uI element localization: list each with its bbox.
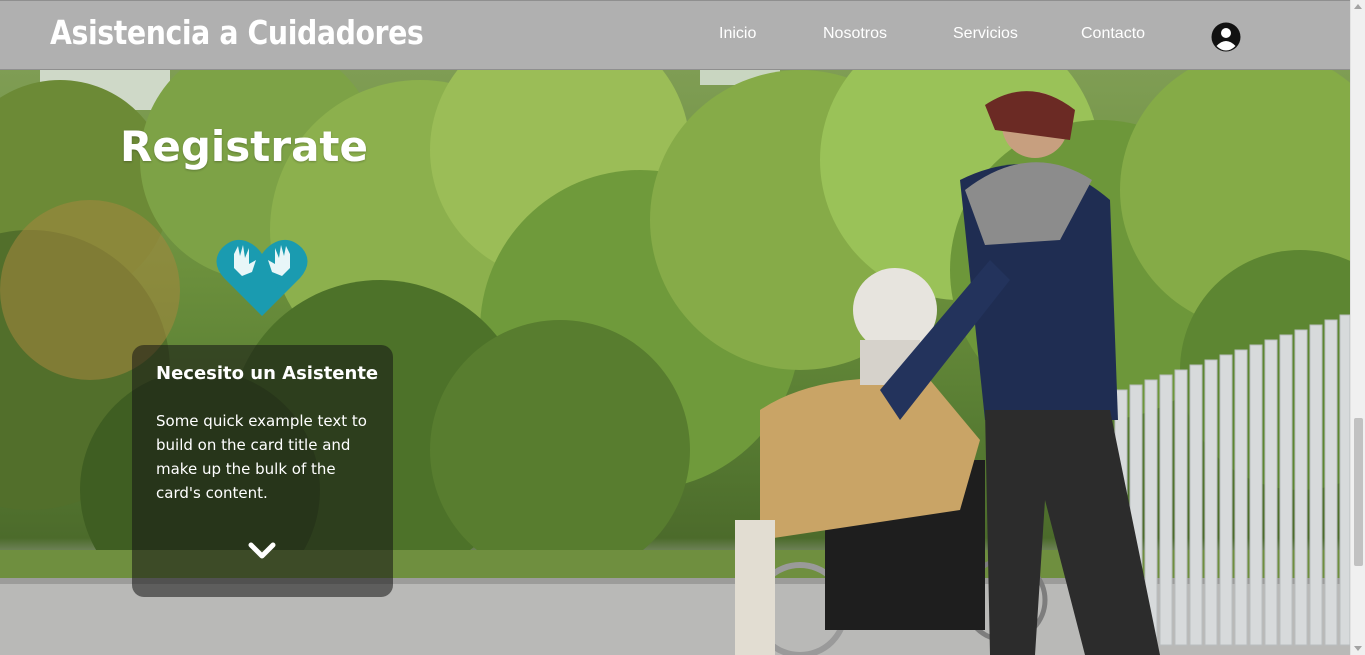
card-necesito-asistente: Necesito un Asistente Some quick example… [132, 345, 393, 597]
hero-title: Registrate [120, 122, 368, 171]
scroll-down-arrow-icon[interactable] [1354, 646, 1362, 651]
nav-link-contacto[interactable]: Contacto [1081, 25, 1145, 43]
heart-hands-icon [216, 239, 308, 316]
brand-logo-text[interactable]: Asistencia a Cuidadores [50, 13, 424, 52]
card-title: Necesito un Asistente [156, 363, 379, 384]
navbar: Asistencia a Cuidadores Inicio Nosotros … [0, 0, 1350, 70]
nav-link-inicio[interactable]: Inicio [719, 25, 756, 43]
card-text: Some quick example text to build on the … [156, 412, 367, 502]
nav-link-servicios[interactable]: Servicios [953, 25, 1018, 43]
chevron-down-icon[interactable] [248, 541, 276, 561]
user-circle-icon[interactable] [1211, 22, 1241, 52]
page: Asistencia a Cuidadores Inicio Nosotros … [0, 0, 1350, 655]
page-scrollbar[interactable] [1350, 0, 1365, 655]
scroll-up-arrow-icon[interactable] [1354, 4, 1362, 9]
scrollbar-thumb[interactable] [1354, 418, 1363, 566]
nav-link-nosotros[interactable]: Nosotros [823, 25, 887, 43]
